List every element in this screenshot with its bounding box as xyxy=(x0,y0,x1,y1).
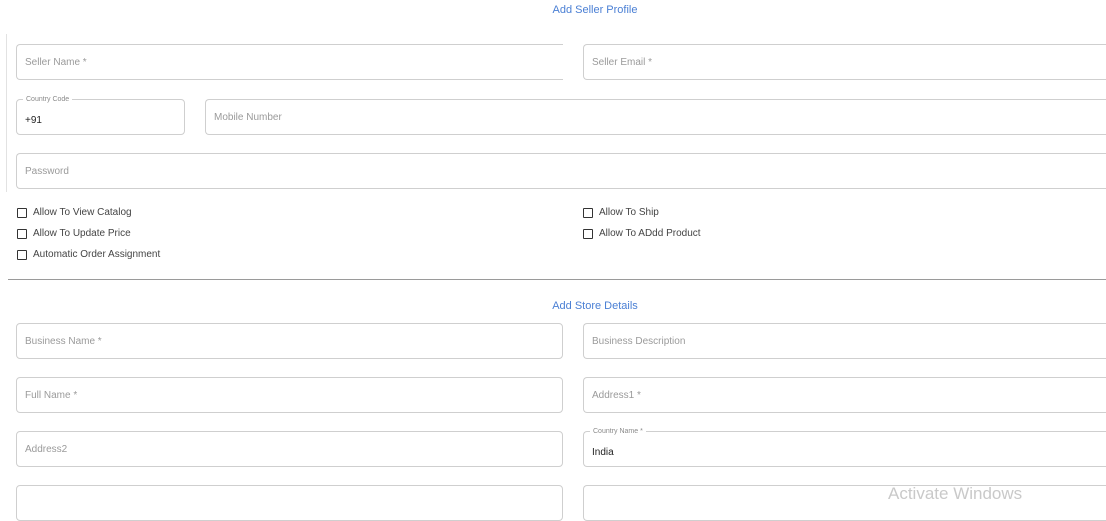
checkbox-label: Allow To View Catalog xyxy=(33,207,132,218)
checkbox-allow-view-catalog[interactable]: Allow To View Catalog xyxy=(17,207,132,218)
checkbox-box[interactable] xyxy=(17,228,27,239)
business-description-input[interactable] xyxy=(592,324,1098,358)
next-right-field[interactable] xyxy=(583,485,1106,521)
checkbox-box[interactable] xyxy=(583,207,593,218)
checkbox-box[interactable] xyxy=(583,228,593,239)
section-divider xyxy=(8,279,1106,280)
business-name-field[interactable] xyxy=(16,323,563,359)
checkbox-box[interactable] xyxy=(17,207,27,218)
checkbox-label: Allow To Update Price xyxy=(33,228,131,239)
business-description-field[interactable] xyxy=(583,323,1106,359)
password-input[interactable] xyxy=(25,154,1098,188)
address1-input[interactable] xyxy=(592,378,1098,412)
checkbox-label: Automatic Order Assignment xyxy=(33,249,161,260)
checkbox-label: Allow To ADdd Product xyxy=(599,228,701,239)
address1-field[interactable] xyxy=(583,377,1106,413)
checkbox-allow-update-price[interactable]: Allow To Update Price xyxy=(17,228,131,239)
business-name-input[interactable] xyxy=(25,324,554,358)
country-code-input[interactable] xyxy=(25,106,176,134)
full-name-input[interactable] xyxy=(25,378,554,412)
checkbox-label: Allow To Ship xyxy=(599,207,659,218)
checkbox-allow-add-product[interactable]: Allow To ADdd Product xyxy=(583,228,701,239)
seller-name-field[interactable] xyxy=(16,44,563,80)
seller-name-input[interactable] xyxy=(25,45,555,79)
address2-input[interactable] xyxy=(25,432,554,466)
seller-email-input[interactable] xyxy=(592,45,1098,79)
full-name-field[interactable] xyxy=(16,377,563,413)
country-code-label: Country Code xyxy=(23,95,73,104)
country-code-field[interactable]: Country Code xyxy=(16,95,185,135)
checkbox-box[interactable] xyxy=(17,249,27,260)
next-left-field[interactable] xyxy=(16,485,563,521)
activate-windows-watermark: Activate Windows xyxy=(888,484,1023,503)
address2-field[interactable] xyxy=(16,431,563,467)
mobile-number-input[interactable] xyxy=(214,100,1098,134)
country-name-label: Country Name * xyxy=(590,427,646,436)
section-left-border xyxy=(6,34,7,192)
store-details-title: Add Store Details xyxy=(552,300,638,312)
checkbox-allow-ship[interactable]: Allow To Ship xyxy=(583,207,659,218)
mobile-number-field[interactable] xyxy=(205,99,1106,135)
country-name-input[interactable] xyxy=(592,438,1098,466)
seller-email-field[interactable] xyxy=(583,44,1106,80)
checkbox-automatic-order-assignment[interactable]: Automatic Order Assignment xyxy=(17,249,160,260)
seller-profile-title: Add Seller Profile xyxy=(552,4,638,16)
password-field[interactable] xyxy=(16,153,1106,189)
country-name-field[interactable]: Country Name * xyxy=(583,427,1106,467)
